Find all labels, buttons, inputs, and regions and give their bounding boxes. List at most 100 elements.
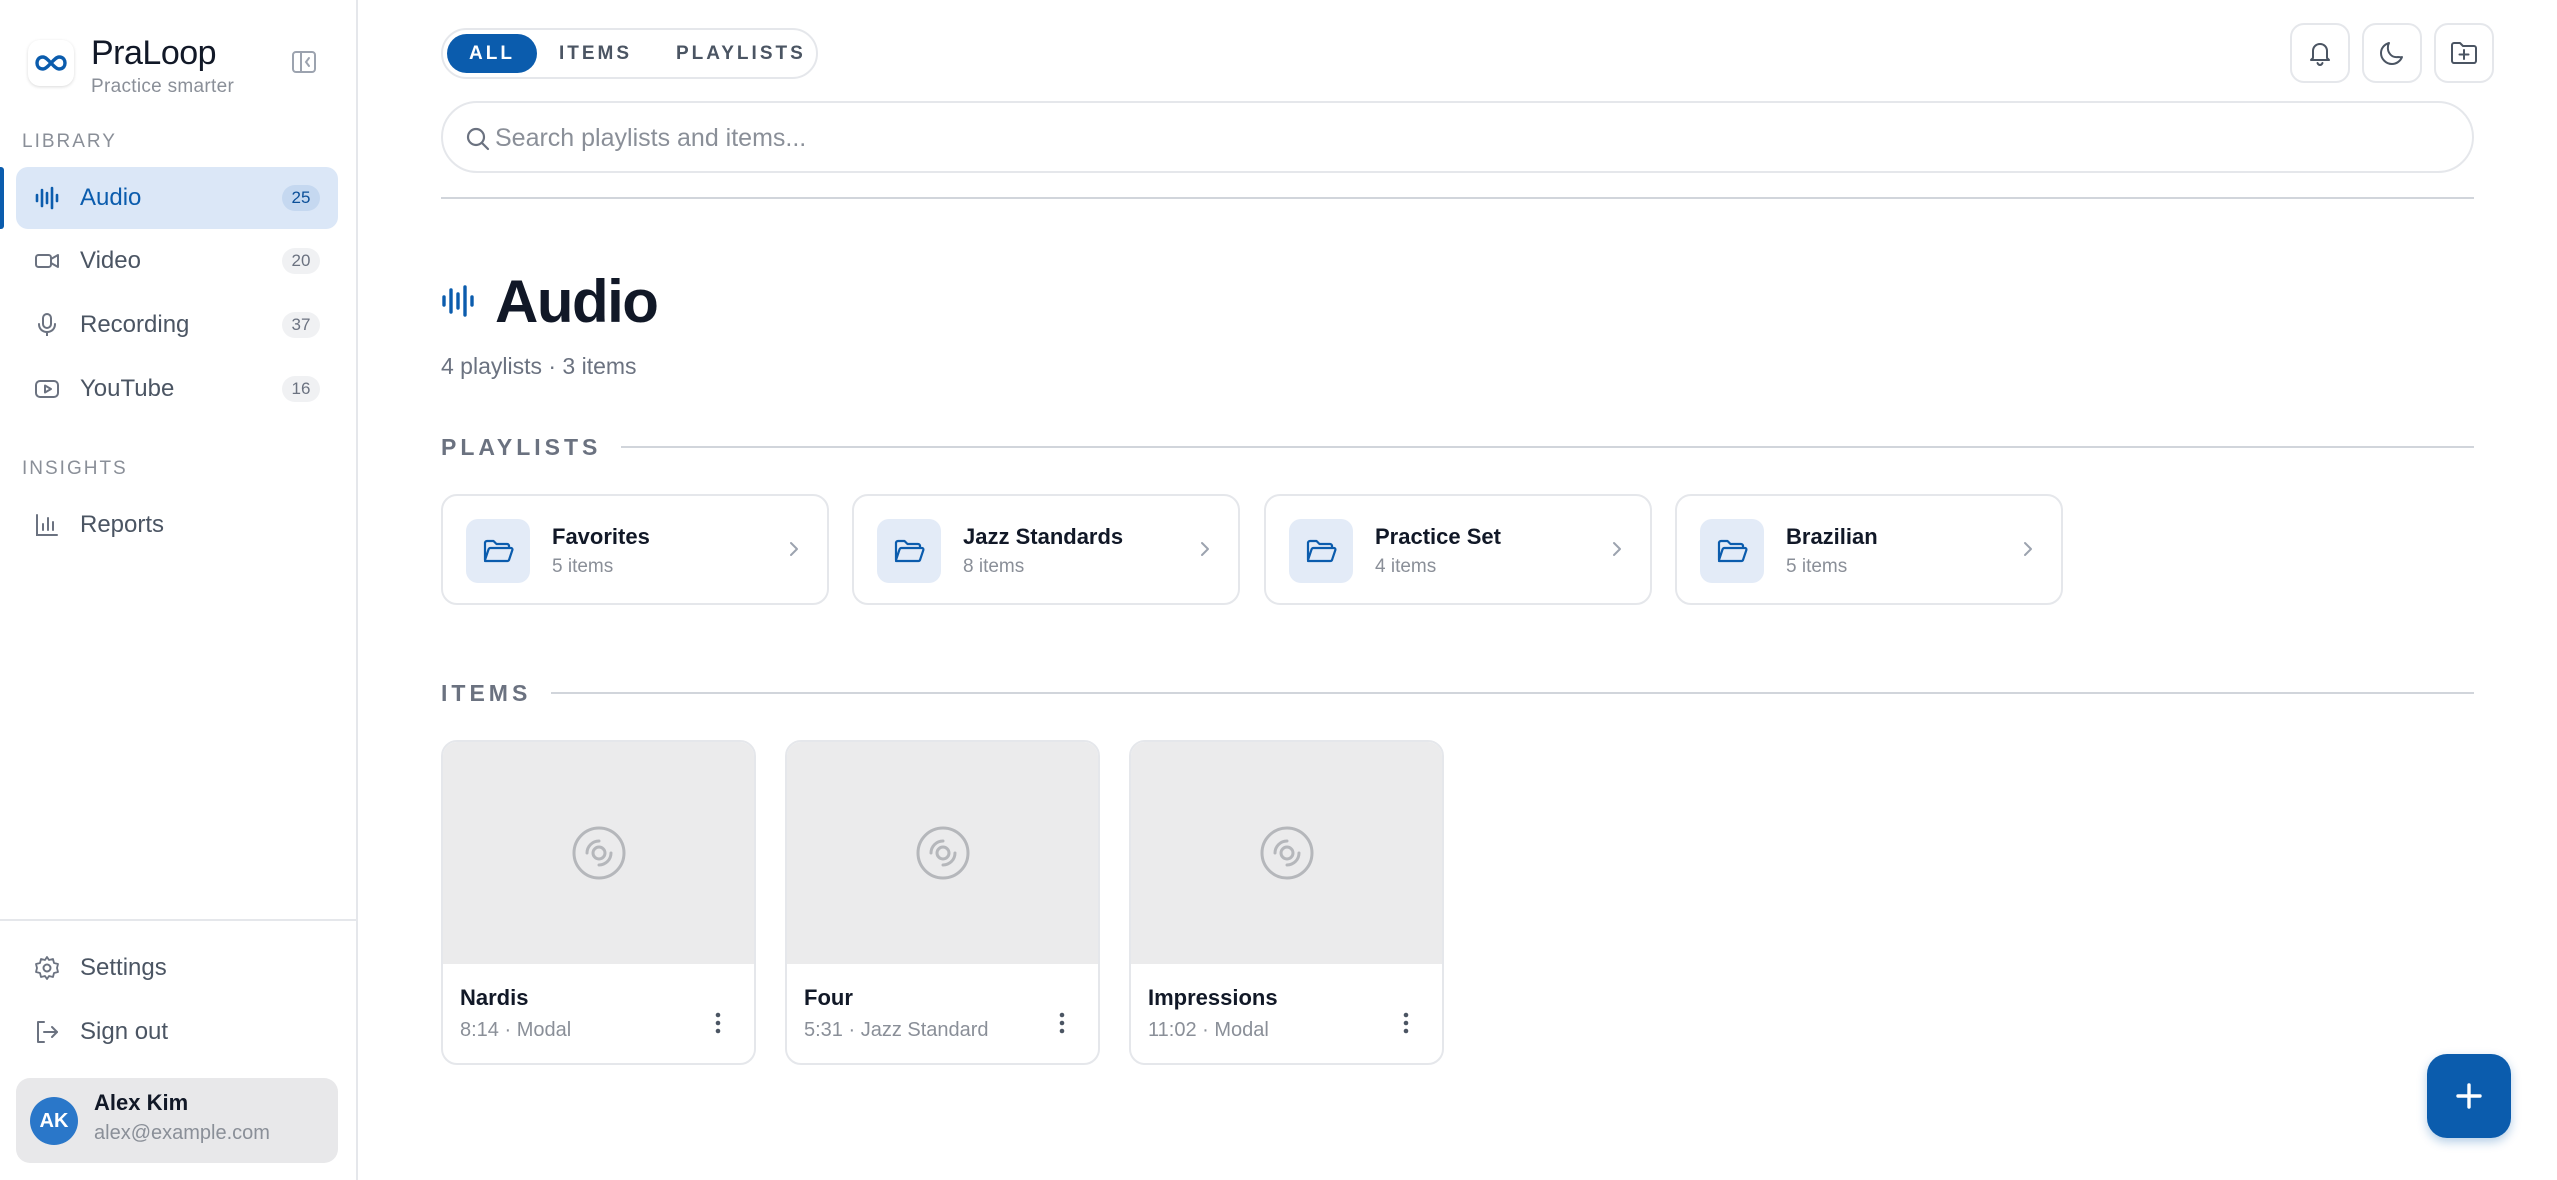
sidebar-item-audio[interactable]: Audio 25	[16, 167, 338, 229]
item-thumbnail	[787, 742, 1098, 964]
playlist-name: Brazilian	[1786, 524, 1878, 549]
folder-icon	[1289, 519, 1353, 583]
more-vertical-icon[interactable]	[706, 1008, 730, 1038]
tab-playlists[interactable]: PLAYLISTS	[654, 34, 828, 73]
brand[interactable]: PraLoop Practice smarter	[24, 34, 340, 97]
disc-icon	[916, 826, 969, 880]
chevron-right-icon	[1613, 542, 1621, 556]
moon-icon	[2380, 42, 2403, 65]
playlist-card[interactable]: Practice Set 4 items	[1264, 494, 1652, 605]
page-subtitle: 4 playlists · 3 items	[441, 353, 637, 379]
waveform-icon	[442, 285, 474, 317]
count-badge: 20	[282, 248, 320, 274]
playlists-section-header: PLAYLISTS	[441, 432, 2474, 462]
section-divider	[621, 446, 2474, 448]
count-badge: 16	[282, 376, 320, 402]
playlist-count: 8 items	[963, 556, 1025, 577]
more-vertical-icon[interactable]	[1394, 1008, 1418, 1038]
sidebar-item-label: Sign out	[80, 1018, 169, 1045]
infinity-logo-icon	[28, 40, 74, 86]
playlist-count: 4 items	[1375, 556, 1437, 577]
sidebar-item-label: Video	[80, 247, 141, 274]
search-bar[interactable]	[441, 101, 2474, 173]
header-divider	[441, 197, 2474, 199]
active-indicator	[0, 167, 4, 229]
sidebar-divider	[0, 919, 356, 921]
microphone-icon	[34, 312, 60, 338]
insights-section-label: INSIGHTS	[22, 458, 128, 479]
playlist-name: Practice Set	[1375, 524, 1501, 549]
library-section-label: LIBRARY	[22, 131, 117, 152]
sidebar-item-label: Reports	[80, 511, 165, 538]
item-card[interactable]: Nardis 8:14 · Modal	[441, 740, 756, 1065]
tab-all[interactable]: ALL	[447, 34, 537, 73]
waveform-icon	[34, 185, 60, 211]
item-title: Nardis	[460, 985, 529, 1010]
video-camera-icon	[34, 248, 60, 274]
item-title: Impressions	[1148, 985, 1278, 1010]
gear-icon	[34, 955, 60, 981]
bar-chart-icon	[34, 512, 60, 538]
sidebar-collapse-icon[interactable]	[288, 46, 320, 78]
playlist-count: 5 items	[552, 556, 614, 577]
main-content: ALL ITEMS PLAYLISTS Audio 4 playlists · …	[358, 0, 2557, 1180]
playlist-card[interactable]: Jazz Standards 8 items	[852, 494, 1240, 605]
count-badge: 25	[282, 185, 320, 211]
playlist-name: Favorites	[552, 524, 650, 549]
disc-icon	[1260, 826, 1313, 880]
sidebar-item-video[interactable]: Video 20	[16, 230, 338, 292]
tab-items[interactable]: ITEMS	[537, 34, 654, 73]
folder-icon	[466, 519, 530, 583]
playlist-card[interactable]: Brazilian 5 items	[1675, 494, 2063, 605]
item-meta: 5:31 · Jazz Standard	[804, 1019, 989, 1041]
item-thumbnail	[1131, 742, 1442, 964]
brand-tagline: Practice smarter	[91, 76, 235, 97]
sidebar-item-label: YouTube	[80, 375, 175, 402]
user-name: Alex Kim	[94, 1090, 189, 1115]
count-badge: 37	[282, 312, 320, 338]
items-section-header: ITEMS	[441, 678, 2474, 708]
user-card[interactable]: AK Alex Kim alex@example.com	[16, 1078, 338, 1163]
page-header: Audio	[441, 265, 659, 337]
theme-toggle-button[interactable]	[2362, 23, 2422, 83]
playlist-name: Jazz Standards	[963, 524, 1124, 549]
item-card[interactable]: Impressions 11:02 · Modal	[1129, 740, 1444, 1065]
item-title: Four	[804, 985, 853, 1010]
item-thumbnail	[443, 742, 754, 964]
item-meta: 8:14 · Modal	[460, 1019, 572, 1041]
sidebar-item-sign-out[interactable]: Sign out	[16, 1001, 338, 1063]
sidebar-item-label: Settings	[80, 954, 167, 981]
top-actions	[2290, 23, 2494, 83]
notifications-button[interactable]	[2290, 23, 2350, 83]
sign-out-icon	[34, 1019, 60, 1045]
user-email: alex@example.com	[94, 1122, 270, 1144]
new-folder-button[interactable]	[2434, 23, 2494, 83]
sidebar-item-youtube[interactable]: YouTube 16	[16, 358, 338, 420]
section-divider	[551, 692, 2474, 694]
more-vertical-icon[interactable]	[1050, 1008, 1074, 1038]
sidebar: PraLoop Practice smarter LIBRARY Audio 2…	[0, 0, 358, 1180]
youtube-icon	[34, 376, 60, 402]
playlist-count: 5 items	[1786, 556, 1848, 577]
folder-icon	[1700, 519, 1764, 583]
item-meta: 11:02 · Modal	[1148, 1019, 1269, 1041]
sidebar-item-settings[interactable]: Settings	[16, 937, 338, 999]
search-icon	[466, 127, 490, 151]
section-label: ITEMS	[441, 679, 532, 706]
add-button[interactable]	[2427, 1054, 2511, 1138]
disc-icon	[572, 826, 625, 880]
filter-tabs: ALL ITEMS PLAYLISTS	[441, 28, 818, 79]
folder-icon	[877, 519, 941, 583]
page-title: Audio	[495, 267, 659, 335]
playlist-card[interactable]: Favorites 5 items	[441, 494, 829, 605]
sidebar-item-reports[interactable]: Reports	[16, 494, 338, 556]
item-card[interactable]: Four 5:31 · Jazz Standard	[785, 740, 1100, 1065]
sidebar-item-label: Audio	[80, 184, 142, 211]
chevron-right-icon	[790, 542, 798, 556]
sidebar-item-recording[interactable]: Recording 37	[16, 294, 338, 356]
search-input[interactable]	[495, 113, 2435, 163]
brand-name: PraLoop	[91, 34, 217, 72]
avatar: AK	[30, 1097, 78, 1145]
sidebar-item-label: Recording	[80, 311, 190, 338]
chevron-right-icon	[1201, 542, 1209, 556]
